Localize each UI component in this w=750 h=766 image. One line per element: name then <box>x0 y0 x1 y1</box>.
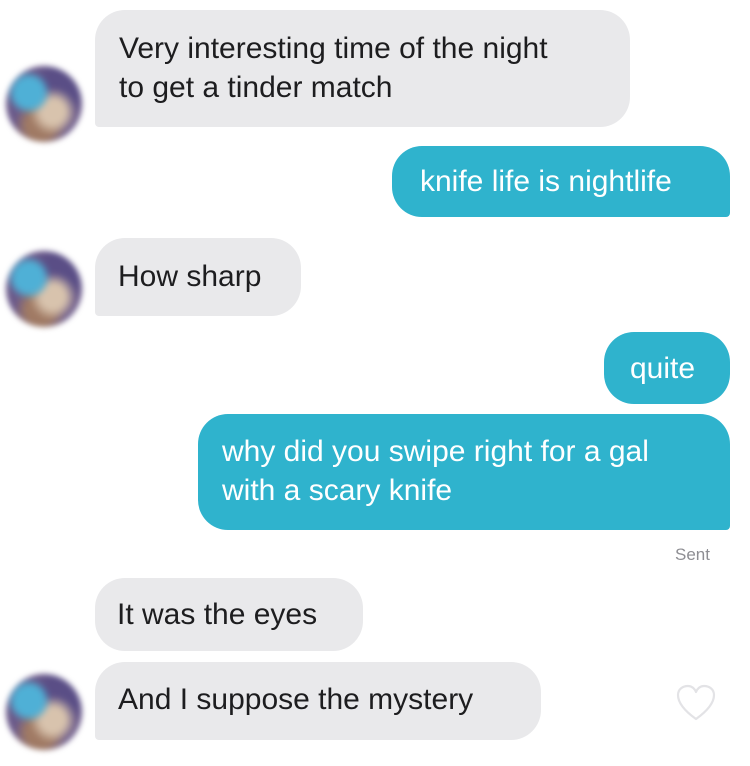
outgoing-message-bubble[interactable]: why did you swipe right for a gal with a… <box>198 414 730 530</box>
incoming-message-bubble[interactable]: And I suppose the mystery <box>95 662 541 740</box>
incoming-message-bubble[interactable]: Very interesting time of the night to ge… <box>95 10 630 127</box>
contact-avatar[interactable] <box>6 674 82 750</box>
message-thread: Very interesting time of the night to ge… <box>0 0 750 766</box>
outgoing-message-bubble[interactable]: quite <box>604 332 730 404</box>
sent-status: Sent <box>675 545 710 564</box>
incoming-message-bubble[interactable]: It was the eyes <box>95 578 363 651</box>
outgoing-message-bubble[interactable]: knife life is nightlife <box>392 146 730 217</box>
contact-avatar[interactable] <box>6 66 82 142</box>
contact-avatar[interactable] <box>6 251 82 327</box>
incoming-message-bubble[interactable]: How sharp <box>95 238 301 316</box>
heart-icon[interactable] <box>676 684 716 722</box>
